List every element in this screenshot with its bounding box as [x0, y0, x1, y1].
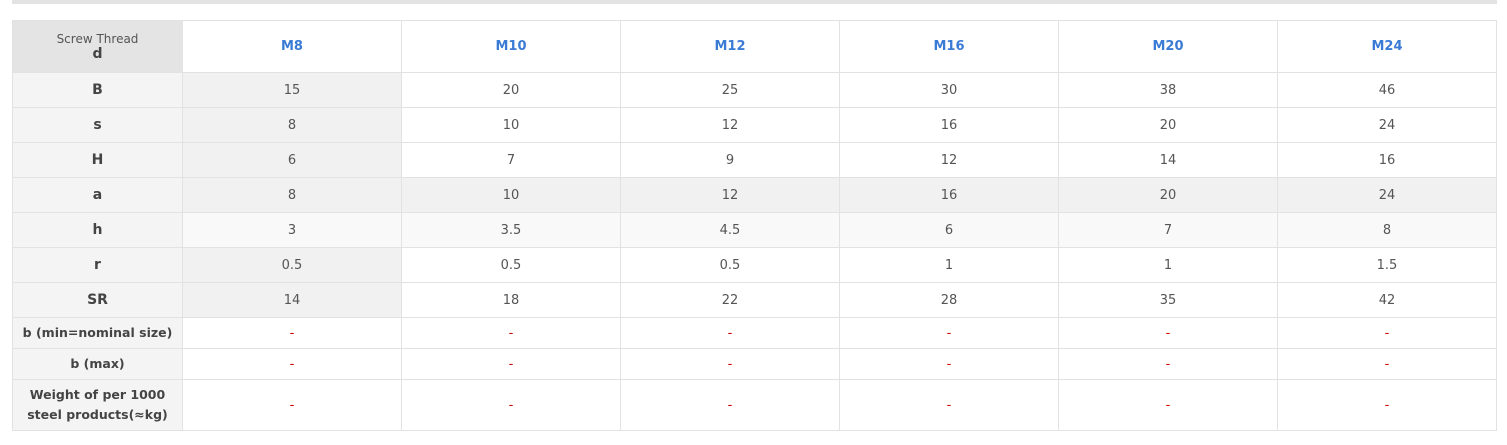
table-cell: 16	[1277, 142, 1497, 178]
table-row: SR 14 18 22 28 35 42	[12, 282, 1497, 318]
table-cell: 3	[182, 212, 402, 248]
table-cell: -	[182, 348, 402, 380]
table-cell: -	[401, 317, 621, 349]
table-cell: 24	[1277, 107, 1497, 143]
table-cell: 18	[401, 282, 621, 318]
table-cell: 24	[1277, 177, 1497, 213]
size-header-m24: M24	[1277, 20, 1497, 73]
table-cell: 10	[401, 177, 621, 213]
table-cell: 12	[620, 107, 840, 143]
table-cell: -	[1058, 317, 1278, 349]
table-cell: -	[620, 317, 840, 349]
top-divider	[12, 0, 1497, 4]
table-cell: 12	[839, 142, 1059, 178]
table-cell: -	[839, 379, 1059, 431]
table-cell: 12	[620, 177, 840, 213]
table-cell: 38	[1058, 72, 1278, 108]
row-label: SR	[12, 282, 183, 318]
table-cell: 28	[839, 282, 1059, 318]
table-cell: 42	[1277, 282, 1497, 318]
table-cell: 30	[839, 72, 1059, 108]
table-cell: 25	[620, 72, 840, 108]
table-row: a 8 10 12 16 20 24	[12, 177, 1497, 213]
table-cell: -	[1058, 348, 1278, 380]
table-cell: 20	[401, 72, 621, 108]
size-header-m20: M20	[1058, 20, 1278, 73]
table-cell: -	[1277, 317, 1497, 349]
table-cell: 14	[182, 282, 402, 318]
table-row: H 6 7 9 12 14 16	[12, 142, 1497, 178]
table-cell: 8	[182, 107, 402, 143]
table-row: B 15 20 25 30 38 46	[12, 72, 1497, 108]
table-cell: 0.5	[620, 247, 840, 283]
table-row: Weight of per 1000 steel products(≈kg) -…	[12, 379, 1497, 431]
table-cell: -	[182, 317, 402, 349]
row-label: Weight of per 1000 steel products(≈kg)	[12, 379, 183, 431]
table-cell: 6	[182, 142, 402, 178]
row-label: r	[12, 247, 183, 283]
table-cell: 16	[839, 177, 1059, 213]
row-label: s	[12, 107, 183, 143]
table-cell: 46	[1277, 72, 1497, 108]
table-cell: 20	[1058, 177, 1278, 213]
table-cell: -	[1277, 348, 1497, 380]
table-cell: -	[620, 379, 840, 431]
table-cell: -	[401, 379, 621, 431]
table-row: s 8 10 12 16 20 24	[12, 107, 1497, 143]
table-cell: 8	[1277, 212, 1497, 248]
table-cell: 10	[401, 107, 621, 143]
table-cell: -	[1058, 379, 1278, 431]
row-label: b (min=nominal size)	[12, 317, 183, 349]
corner-symbol: d	[92, 45, 103, 62]
table-row: b (min=nominal size) - - - - - -	[12, 317, 1497, 349]
table-cell: -	[839, 348, 1059, 380]
size-header-m10: M10	[401, 20, 621, 73]
table-cell: -	[839, 317, 1059, 349]
table-cell: 16	[839, 107, 1059, 143]
table-row: h 3 3.5 4.5 6 7 8	[12, 212, 1497, 248]
header-row: Screw Thread d M8 M10 M12 M16 M20 M24	[12, 20, 1497, 73]
row-label: B	[12, 72, 183, 108]
table-row: r 0.5 0.5 0.5 1 1 1.5	[12, 247, 1497, 283]
table-cell: -	[1277, 379, 1497, 431]
table-cell: 4.5	[620, 212, 840, 248]
corner-label: Screw Thread	[56, 31, 139, 46]
row-label: h	[12, 212, 183, 248]
table-cell: 8	[182, 177, 402, 213]
table-cell: 1.5	[1277, 247, 1497, 283]
size-header-m8: M8	[182, 20, 402, 73]
table-cell: 0.5	[182, 247, 402, 283]
corner-header: Screw Thread d	[12, 20, 183, 73]
table-cell: -	[401, 348, 621, 380]
table-cell: 1	[839, 247, 1059, 283]
row-label: b (max)	[12, 348, 183, 380]
size-header-m12: M12	[620, 20, 840, 73]
row-label: H	[12, 142, 183, 178]
table-cell: 22	[620, 282, 840, 318]
table-cell: 20	[1058, 107, 1278, 143]
table-cell: 15	[182, 72, 402, 108]
table-cell: 9	[620, 142, 840, 178]
table-cell: 7	[1058, 212, 1278, 248]
table-cell: -	[620, 348, 840, 380]
table-cell: 14	[1058, 142, 1278, 178]
table-cell: 35	[1058, 282, 1278, 318]
table-cell: 3.5	[401, 212, 621, 248]
table-row: b (max) - - - - - -	[12, 348, 1497, 380]
table-cell: 6	[839, 212, 1059, 248]
table-cell: 7	[401, 142, 621, 178]
table-cell: -	[182, 379, 402, 431]
size-header-m16: M16	[839, 20, 1059, 73]
row-label: a	[12, 177, 183, 213]
specification-table: Screw Thread d M8 M10 M12 M16 M20 M24 B …	[12, 20, 1497, 431]
table-cell: 0.5	[401, 247, 621, 283]
table-cell: 1	[1058, 247, 1278, 283]
